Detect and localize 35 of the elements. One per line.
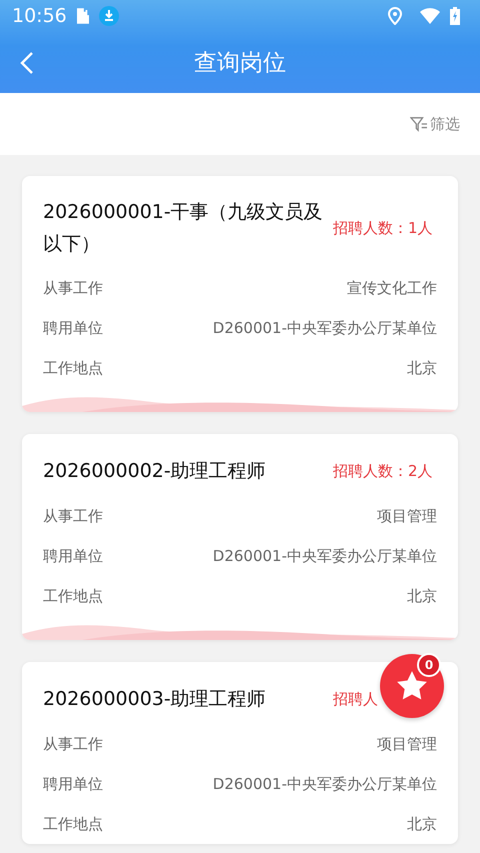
page-title: 查询岗位 — [193, 49, 287, 78]
field-value: 项目管理 — [377, 506, 437, 526]
field-label: 从事工作 — [43, 734, 103, 754]
field-value: 项目管理 — [377, 734, 437, 754]
sd-card-icon — [76, 8, 89, 24]
field-label: 聘用单位 — [43, 318, 103, 338]
job-card[interactable]: 2026000002-助理工程师 招聘人数：2人 从事工作 项目管理 聘用单位 D260001-中央军委办公厅某单位 工作地点 北京 — [22, 434, 458, 640]
job-title: 2026000003-助理工程师 — [43, 687, 266, 712]
recruit-count: 招聘人数：2人 — [333, 462, 434, 480]
field-label: 从事工作 — [43, 506, 103, 526]
field-value: D260001-中央军委办公厅某单位 — [212, 546, 437, 566]
field-value: 宣传文化工作 — [347, 278, 437, 298]
field-value: 北京 — [407, 586, 437, 606]
battery-icon — [450, 7, 460, 25]
location-icon — [388, 7, 402, 25]
recruit-count: 招聘人数：1人 — [333, 218, 434, 238]
job-card[interactable]: 2026000001-干事（九级文员及以下） 招聘人数：1人 从事工作 宣传文化工作 聘用单位 D260001-中央军委办公厅某单位 工作地点 北京 — [22, 176, 458, 412]
field-label: 工作地点 — [43, 358, 103, 378]
field-label: 聘用单位 — [43, 774, 103, 794]
download-icon — [98, 6, 119, 26]
filter-button[interactable]: 筛选 — [410, 114, 460, 134]
job-title: 2026000002-助理工程师 — [43, 459, 266, 484]
field-value: 北京 — [407, 814, 437, 834]
filter-icon — [410, 116, 428, 132]
field-value: D260001-中央军委办公厅某单位 — [212, 774, 437, 794]
job-title: 2026000001-干事（九级文员及以下） — [43, 200, 323, 257]
wifi-icon — [420, 8, 440, 24]
field-label: 工作地点 — [43, 814, 103, 834]
field-label: 聘用单位 — [43, 546, 103, 566]
field-value: D260001-中央军委办公厅某单位 — [212, 318, 437, 338]
field-value: 北京 — [407, 358, 437, 378]
field-label: 从事工作 — [43, 278, 103, 298]
status-time: 10:56 — [12, 5, 67, 27]
recruit-count: 招聘人 — [333, 690, 379, 708]
field-label: 工作地点 — [43, 586, 103, 606]
